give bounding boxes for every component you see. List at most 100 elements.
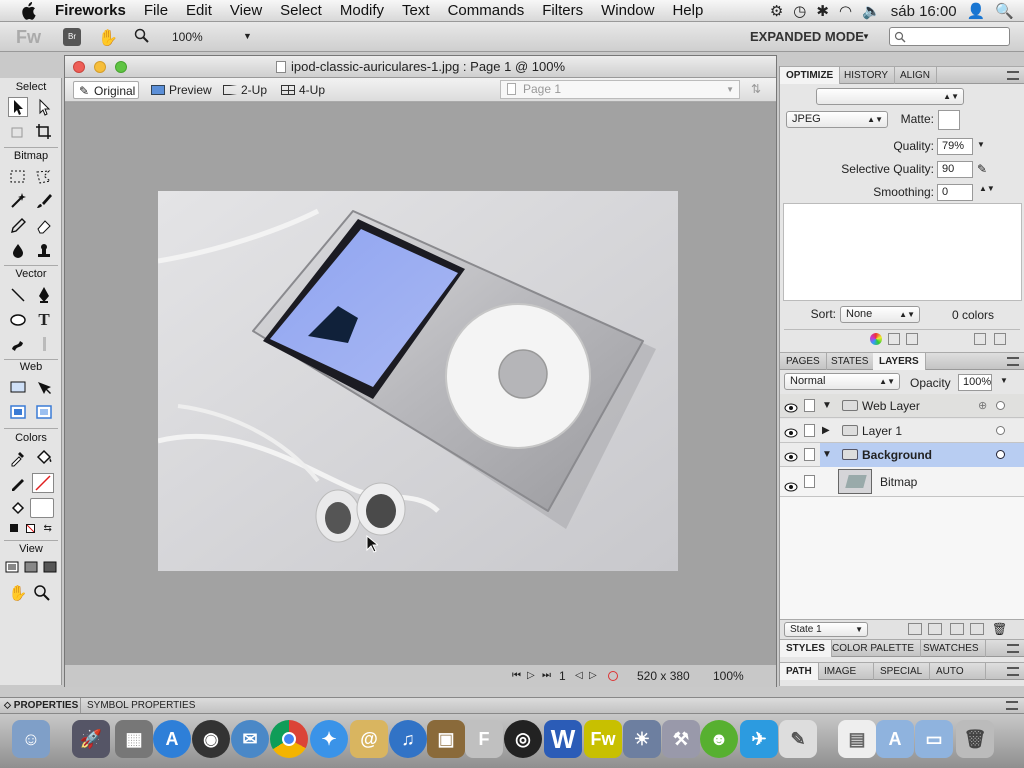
- full-screen-mode-icon[interactable]: [40, 557, 60, 577]
- last-frame-icon[interactable]: ⏭: [542, 665, 551, 687]
- stop-icon[interactable]: [608, 671, 618, 681]
- dock-app-store-icon[interactable]: A: [153, 720, 191, 758]
- eye-icon[interactable]: [784, 448, 798, 462]
- eye-icon[interactable]: [784, 399, 798, 413]
- panel-menu-icon[interactable]: [1006, 701, 1018, 710]
- disclosure-triangle-icon[interactable]: ▼: [822, 394, 832, 418]
- menu-app-name[interactable]: Fireworks: [46, 0, 135, 22]
- tab-image-editing[interactable]: IMAGE EDI: [818, 663, 874, 680]
- swap-arrows-icon[interactable]: ⇆: [44, 523, 52, 534]
- sort-select[interactable]: None ▲▼: [840, 306, 920, 323]
- stroke-color-icon[interactable]: [8, 473, 28, 493]
- brush-tool-icon[interactable]: [34, 191, 54, 211]
- fill-color-icon[interactable]: [8, 498, 28, 518]
- menu-edit[interactable]: Edit: [177, 0, 221, 22]
- menu-modify[interactable]: Modify: [331, 0, 393, 22]
- zoom-icon[interactable]: [134, 28, 152, 46]
- dock-dashboard-icon[interactable]: ◉: [192, 720, 230, 758]
- dock-fontbook-icon[interactable]: F: [465, 720, 503, 758]
- tab-align[interactable]: ALIGN: [894, 67, 938, 84]
- dock-applications-folder-icon[interactable]: A: [876, 720, 914, 758]
- minimize-window-button[interactable]: [94, 61, 106, 73]
- pen-tool-icon[interactable]: [34, 285, 54, 305]
- color-wheel-icon[interactable]: [870, 333, 882, 345]
- close-window-button[interactable]: [73, 61, 85, 73]
- eyedropper-tool-icon[interactable]: [8, 448, 28, 468]
- new-layer-icon[interactable]: [970, 623, 984, 635]
- state-select[interactable]: State 1 ▼: [784, 622, 868, 637]
- marquee-tool-icon[interactable]: [8, 167, 28, 187]
- menu-select[interactable]: Select: [271, 0, 331, 22]
- dock-word-icon[interactable]: W: [544, 720, 582, 758]
- dock-documents-folder-icon[interactable]: ▭: [915, 720, 953, 758]
- fill-swatch[interactable]: [30, 498, 54, 518]
- dock-safari-icon[interactable]: ✦: [310, 720, 348, 758]
- user-icon[interactable]: 👤: [967, 2, 986, 20]
- lock-color-icon[interactable]: [888, 333, 900, 345]
- lock-toggle[interactable]: [804, 399, 815, 412]
- layer-selection-dot[interactable]: [996, 426, 1005, 435]
- paint-bucket-tool-icon[interactable]: [34, 448, 54, 468]
- dock-textedit-icon[interactable]: ✎: [779, 720, 817, 758]
- pointer-tool-icon[interactable]: [8, 97, 28, 117]
- tab-original[interactable]: ✎ Original: [73, 81, 139, 99]
- blend-mode-select[interactable]: Normal ▲▼: [784, 373, 900, 390]
- disclosure-triangle-icon[interactable]: ▼: [822, 443, 832, 467]
- layer-name[interactable]: Background: [862, 443, 932, 467]
- canvas-image-ipod[interactable]: [158, 191, 678, 571]
- dock-finder-icon[interactable]: ☺: [12, 720, 50, 758]
- opacity-input[interactable]: 100%: [958, 374, 992, 391]
- object-name[interactable]: Bitmap: [880, 467, 917, 497]
- dock-dvd-player-icon[interactable]: ◎: [504, 720, 542, 758]
- eye-icon[interactable]: [784, 424, 798, 438]
- tab-preview[interactable]: Preview: [149, 81, 212, 99]
- layer-name[interactable]: Web Layer: [862, 394, 920, 418]
- zoom-select[interactable]: 100%: [172, 30, 203, 44]
- smoothing-input[interactable]: 0: [937, 184, 973, 201]
- apple-icon[interactable]: [18, 1, 38, 21]
- trash-icon[interactable]: 🗑: [992, 622, 1007, 636]
- mask-icon[interactable]: [950, 623, 964, 635]
- text-tool-icon[interactable]: T: [34, 310, 54, 330]
- tab-history[interactable]: HISTORY: [838, 67, 896, 84]
- magic-wand-tool-icon[interactable]: [8, 191, 28, 211]
- dock-preview-icon[interactable]: ▣: [427, 720, 465, 758]
- delete-color-icon[interactable]: [994, 333, 1006, 345]
- hotspot-tool-icon[interactable]: [8, 378, 28, 398]
- chevron-down-icon[interactable]: ▼: [243, 31, 252, 41]
- blur-tool-icon[interactable]: [8, 241, 28, 261]
- matte-swatch[interactable]: [938, 110, 960, 130]
- tab-properties[interactable]: ⬦ PROPERTIES: [4, 700, 78, 711]
- line-tool-icon[interactable]: [8, 285, 28, 305]
- menu-view[interactable]: View: [221, 0, 271, 22]
- default-colors-icon[interactable]: [10, 524, 19, 532]
- tab-special-characters[interactable]: SPECIAL C: [874, 663, 930, 680]
- next-frame-icon[interactable]: ▷: [589, 665, 597, 687]
- layer-row-background[interactable]: ▼ Background: [780, 443, 1024, 467]
- pencil-tool-icon[interactable]: [8, 216, 28, 236]
- eye-icon[interactable]: [784, 475, 798, 492]
- dock-iphoto-icon[interactable]: ☀: [623, 720, 661, 758]
- dock-launchpad-icon[interactable]: 🚀: [72, 720, 110, 758]
- format-select[interactable]: JPEG ▲▼: [786, 111, 888, 128]
- layer-selection-dot[interactable]: [996, 450, 1005, 459]
- bridge-icon[interactable]: Br: [63, 28, 81, 46]
- page-options-icon[interactable]: ⇅: [751, 82, 761, 96]
- hand-icon[interactable]: ✋: [98, 28, 118, 47]
- tab-color-palette[interactable]: COLOR PALETTE: [826, 640, 922, 657]
- dock-itunes-icon[interactable]: ♫: [389, 720, 427, 758]
- eraser-tool-icon[interactable]: [34, 216, 54, 236]
- extras-icon[interactable]: ⚙: [770, 2, 783, 20]
- menu-commands[interactable]: Commands: [439, 0, 534, 22]
- layer-row-bitmap[interactable]: Bitmap: [780, 467, 1024, 497]
- dock-fireworks-icon[interactable]: Fw: [584, 720, 622, 758]
- show-slices-icon[interactable]: [34, 402, 54, 422]
- layer-row-layer-1[interactable]: ▶ Layer 1: [780, 419, 1024, 443]
- chevron-down-icon[interactable]: ▼: [862, 32, 870, 41]
- chevron-down-icon[interactable]: ▼: [977, 140, 985, 149]
- dock-document-icon[interactable]: ▤: [838, 720, 876, 758]
- selective-quality-input[interactable]: 90: [937, 161, 973, 178]
- layer-name[interactable]: Layer 1: [862, 419, 902, 443]
- dock-adium-icon[interactable]: ☻: [700, 720, 738, 758]
- lock-toggle[interactable]: [804, 424, 815, 437]
